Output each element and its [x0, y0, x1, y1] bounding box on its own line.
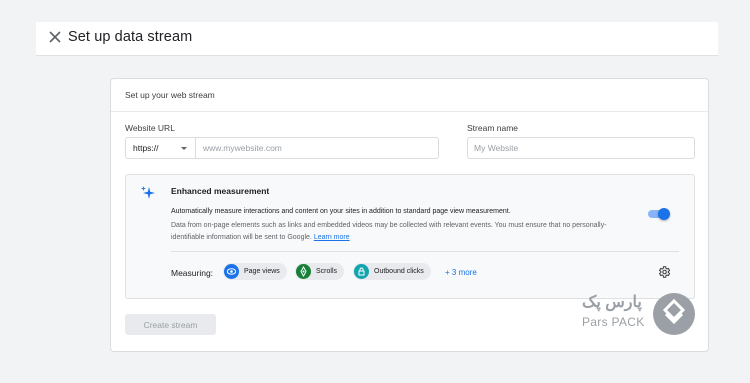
lock-icon — [354, 264, 369, 279]
card-title: Set up your web stream — [125, 90, 215, 100]
crosshair-icon — [296, 264, 311, 279]
chip-label: Outbound clicks — [374, 268, 424, 275]
chip-page-views[interactable]: Page views — [223, 263, 287, 280]
stream-name-label: Stream name — [467, 123, 519, 133]
divider — [171, 251, 679, 252]
website-url-input[interactable] — [197, 138, 437, 158]
create-stream-button[interactable]: Create stream — [125, 314, 216, 335]
chip-label: Page views — [244, 268, 280, 275]
protocol-value: https:// — [133, 143, 159, 153]
watermark-text-en: Pars PACK — [582, 315, 645, 329]
website-url-label: Website URL — [125, 123, 175, 133]
watermark-text-fa: پارس پک — [582, 294, 642, 311]
chip-outbound-clicks[interactable]: Outbound clicks — [353, 263, 431, 280]
website-url-field: https:// — [125, 137, 439, 159]
page-header: Set up data stream — [36, 22, 718, 56]
chip-scrolls[interactable]: Scrolls — [295, 263, 345, 280]
enhanced-measurement-description: Automatically measure interactions and c… — [171, 208, 511, 215]
eye-icon — [224, 264, 239, 279]
stream-name-input[interactable] — [467, 137, 695, 159]
chip-label: Scrolls — [316, 268, 338, 275]
enhanced-measurement-panel: Enhanced measurement Automatically measu… — [125, 174, 695, 299]
chevron-down-icon — [181, 147, 187, 150]
sparkle-icon — [141, 186, 155, 199]
more-link[interactable]: + 3 more — [445, 268, 477, 277]
enhanced-measurement-note: Data from on-page elements such as links… — [171, 220, 631, 244]
note-text: Data from on-page elements such as links… — [171, 222, 607, 241]
page-title: Set up data stream — [68, 29, 193, 45]
gear-icon[interactable] — [657, 265, 671, 279]
measuring-label: Measuring: — [171, 268, 214, 278]
toggle-thumb — [658, 208, 670, 220]
learn-more-link[interactable]: Learn more — [314, 234, 350, 241]
protocol-select[interactable]: https:// — [126, 138, 196, 158]
card-header: Set up your web stream — [111, 79, 708, 112]
close-icon[interactable] — [48, 30, 62, 44]
parspack-logo-icon — [653, 293, 695, 335]
parspack-watermark: پارس پک Pars PACK — [580, 292, 710, 336]
enhanced-measurement-title: Enhanced measurement — [171, 186, 270, 196]
enhanced-measurement-toggle[interactable] — [647, 208, 670, 220]
